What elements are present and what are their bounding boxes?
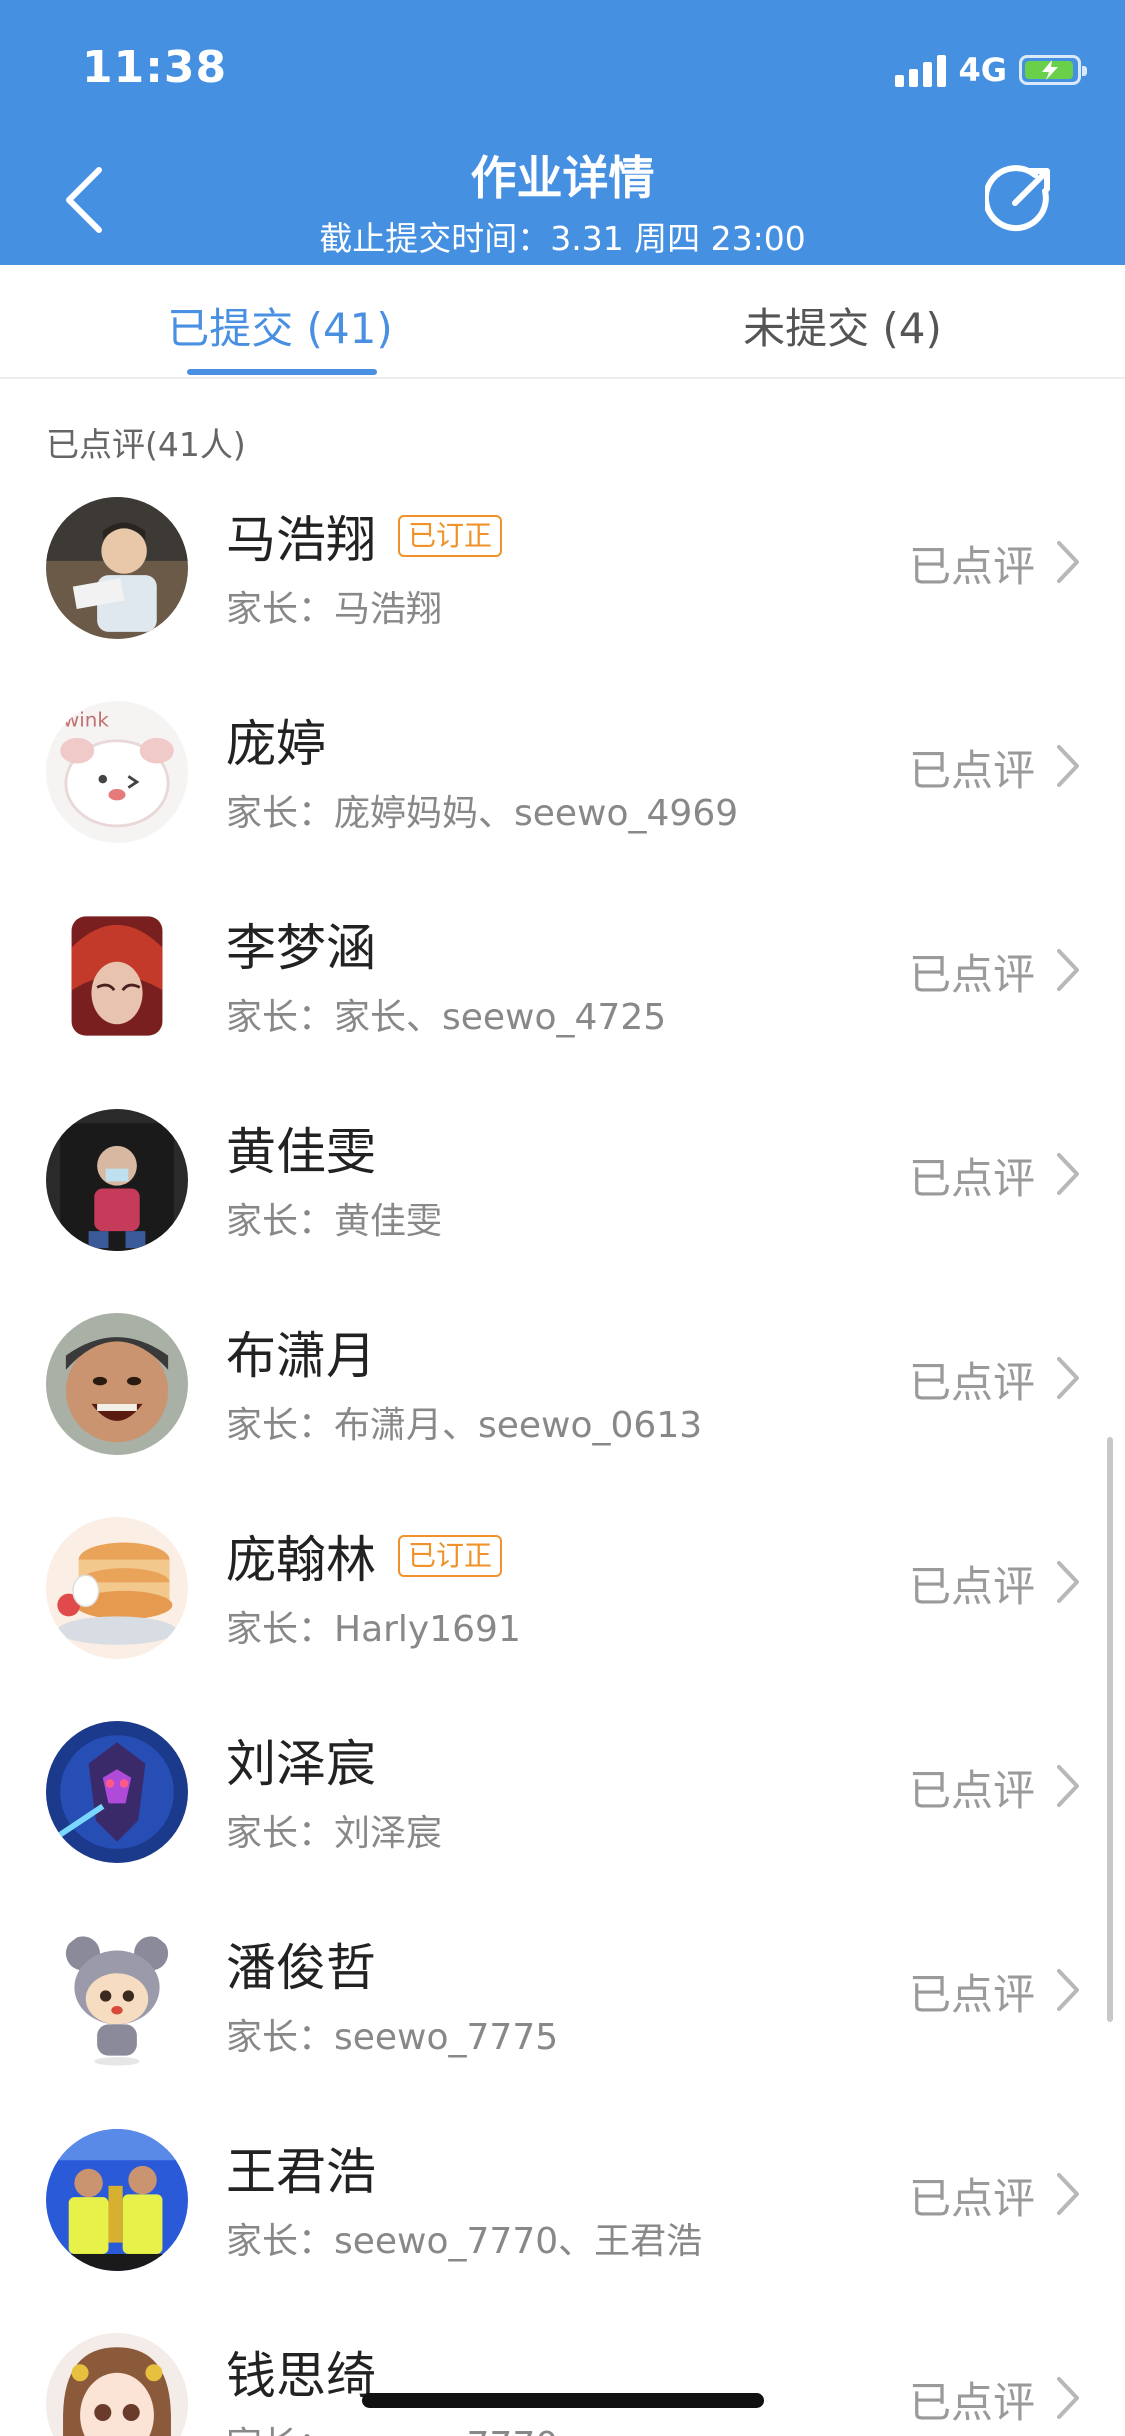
list-item[interactable]: wink 庞婷 家长：庞婷妈妈、seewo_4969 已点评	[0, 679, 1125, 883]
list-item[interactable]: 马浩翔 已订正 家长：马浩翔 已点评	[0, 475, 1125, 679]
list-item[interactable]: 刘泽宸 家长：刘泽宸 已点评	[0, 1699, 1125, 1903]
chevron-right-icon	[1057, 1357, 1079, 1399]
corrected-badge: 已订正	[398, 515, 503, 557]
avatar	[46, 1313, 188, 1455]
status-time: 11:38	[82, 42, 228, 93]
student-name: 潘俊哲	[226, 1939, 376, 1997]
parent-info: 家长：seewo_7770、王君浩	[226, 2221, 703, 2262]
network-type: 4G	[958, 51, 1007, 89]
tab-indicator	[187, 369, 377, 375]
chevron-right-icon	[1057, 541, 1079, 583]
avatar	[46, 905, 188, 1047]
student-name: 钱思绮	[226, 2347, 376, 2405]
review-status: 已点评	[908, 1154, 1035, 1203]
home-indicator	[362, 2393, 764, 2408]
avatar	[46, 1721, 188, 1863]
homework-detail-screen: 11:38 4G 作业详情 截止提交时间：3.31 周四 23:00 已提交 (…	[0, 0, 1125, 2436]
parent-info: 家长：seewo_7770	[226, 2416, 558, 2436]
avatar	[46, 1517, 188, 1659]
review-status: 已点评	[908, 1562, 1035, 1611]
parent-info: 家长：黄佳雯	[226, 1201, 443, 1242]
share-icon[interactable]	[982, 163, 1055, 233]
list-item[interactable]: 钱思绮 家长：seewo_7770 已点评	[0, 2311, 1125, 2436]
avatar	[46, 2129, 188, 2271]
list-item[interactable]: 李梦涵 家长：家长、seewo_4725 已点评	[0, 883, 1125, 1087]
parent-info: 家长：庞婷妈妈、seewo_4969	[226, 793, 739, 834]
signal-icon	[895, 53, 947, 87]
student-name: 庞翰林	[226, 1531, 376, 1589]
review-status: 已点评	[908, 1358, 1035, 1407]
student-name: 庞婷	[226, 715, 326, 773]
avatar	[46, 1109, 188, 1251]
chevron-right-icon	[1057, 2173, 1079, 2215]
tab-bar: 已提交 (41) 未提交 (4)	[0, 265, 1125, 379]
review-status: 已点评	[908, 2378, 1035, 2427]
page-title: 作业详情	[470, 151, 655, 205]
avatar	[46, 2333, 188, 2436]
review-status: 已点评	[908, 950, 1035, 999]
chevron-right-icon	[1057, 1765, 1079, 1807]
parent-info: 家长：seewo_7775	[226, 2017, 559, 2058]
tab-submitted[interactable]: 已提交 (41)	[0, 295, 560, 356]
parent-info: 家长：马浩翔	[226, 589, 443, 630]
parent-info: 家长：布潇月、seewo_0613	[226, 1405, 703, 1446]
review-status: 已点评	[908, 1970, 1035, 2019]
student-name: 马浩翔	[226, 511, 376, 569]
student-name: 刘泽宸	[226, 1735, 376, 1793]
list-item[interactable]: 庞翰林 已订正 家长：Harly1691 已点评	[0, 1495, 1125, 1699]
student-name: 李梦涵	[226, 919, 376, 977]
avatar	[46, 497, 188, 639]
status-icons: 4G	[895, 48, 1087, 92]
list-item[interactable]: 黄佳雯 家长：黄佳雯 已点评	[0, 1087, 1125, 1291]
chevron-right-icon	[1057, 745, 1079, 787]
deadline-text: 截止提交时间：3.31 周四 23:00	[319, 219, 806, 258]
header: 11:38 4G 作业详情 截止提交时间：3.31 周四 23:00	[0, 0, 1125, 265]
svg-text:wink: wink	[63, 709, 109, 732]
scrollbar[interactable]	[1107, 1437, 1113, 2022]
chevron-right-icon	[1057, 2377, 1079, 2419]
corrected-badge: 已订正	[398, 1535, 503, 1577]
review-status: 已点评	[908, 746, 1035, 795]
avatar: wink	[46, 701, 188, 843]
tab-unsubmitted[interactable]: 未提交 (4)	[560, 295, 1125, 356]
chevron-right-icon	[1057, 949, 1079, 991]
list-item[interactable]: 王君浩 家长：seewo_7770、王君浩 已点评	[0, 2107, 1125, 2311]
review-status: 已点评	[908, 2174, 1035, 2223]
chevron-right-icon	[1057, 1561, 1079, 1603]
list-item[interactable]: 布潇月 家长：布潇月、seewo_0613 已点评	[0, 1291, 1125, 1495]
student-name: 布潇月	[226, 1327, 376, 1385]
parent-info: 家长：家长、seewo_4725	[226, 997, 667, 1038]
section-label: 已点评(41人)	[46, 425, 246, 464]
student-name: 王君浩	[226, 2143, 376, 2201]
list-item[interactable]: 潘俊哲 家长：seewo_7775 已点评	[0, 1903, 1125, 2107]
avatar	[46, 1925, 188, 2067]
review-status: 已点评	[908, 542, 1035, 591]
chevron-right-icon	[1057, 1969, 1079, 2011]
review-status: 已点评	[908, 1766, 1035, 1815]
parent-info: 家长：刘泽宸	[226, 1813, 443, 1854]
parent-info: 家长：Harly1691	[226, 1609, 521, 1650]
student-list: 马浩翔 已订正 家长：马浩翔 已点评 wink 庞婷 家长：庞婷妈妈、seewo…	[0, 475, 1125, 2436]
student-name: 黄佳雯	[226, 1123, 376, 1181]
chevron-right-icon	[1057, 1153, 1079, 1195]
battery-icon	[1019, 55, 1087, 85]
